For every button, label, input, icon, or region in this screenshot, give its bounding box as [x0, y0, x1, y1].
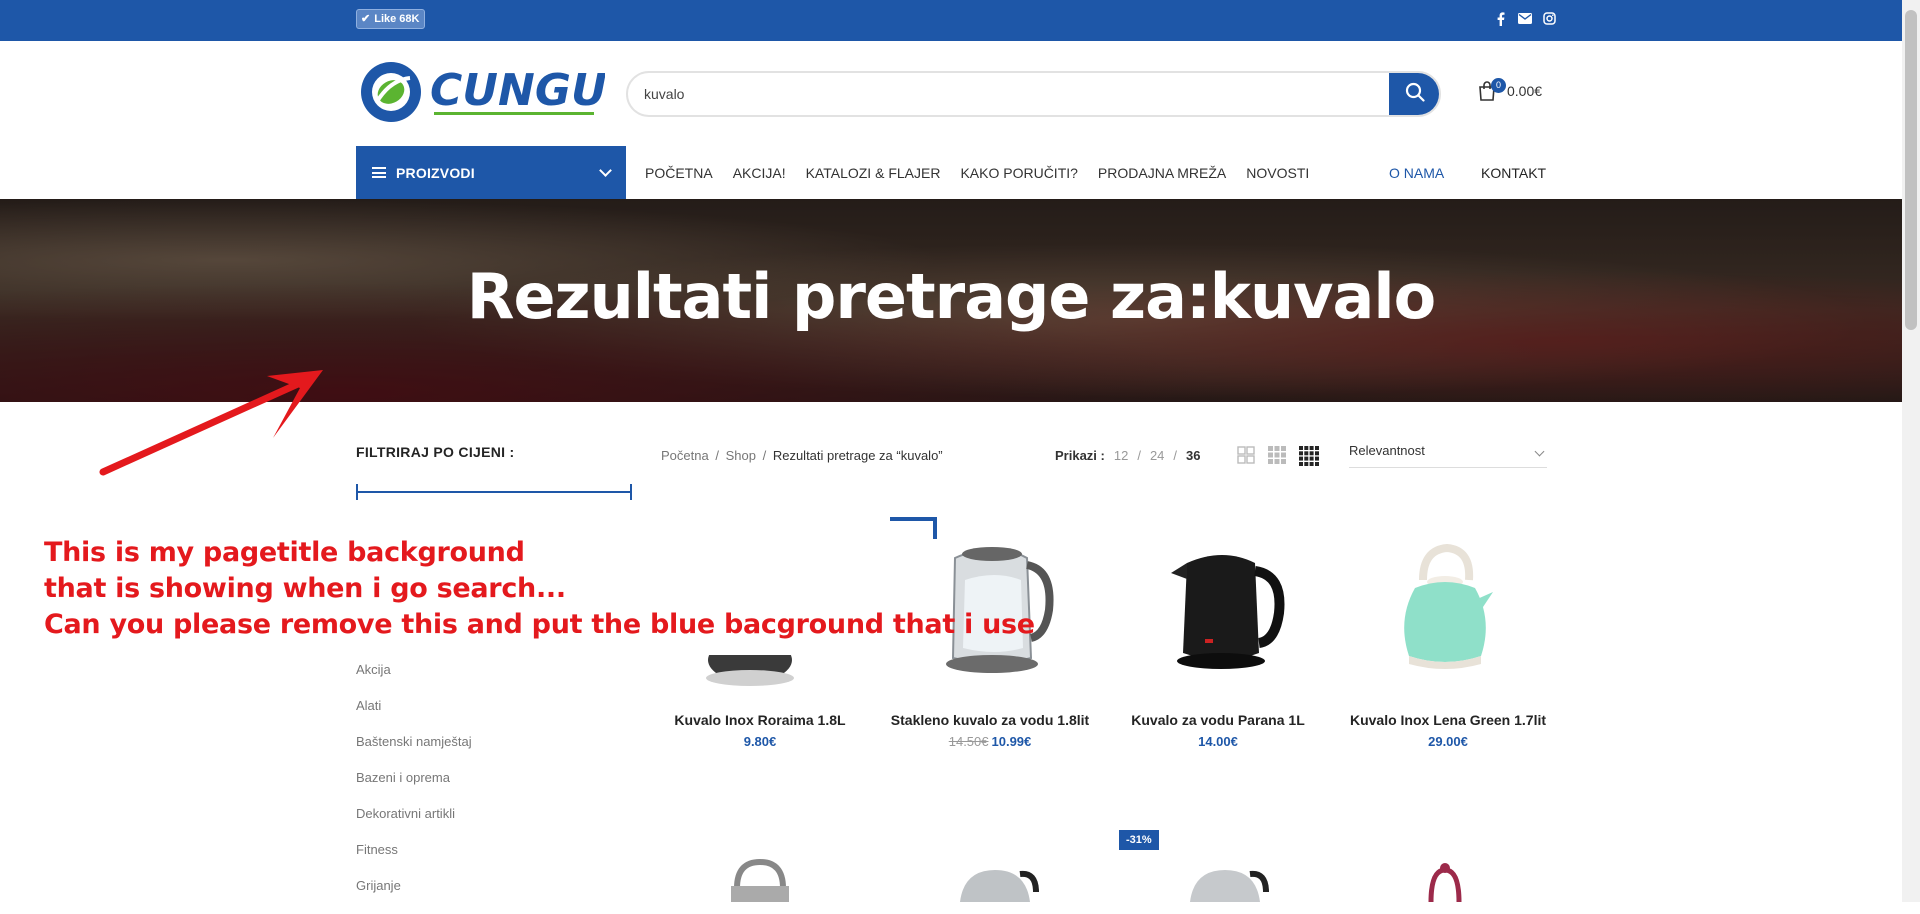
cart-widget[interactable]: 0 0.00€ [1477, 78, 1543, 102]
product-image-kettle-row2-2[interactable] [950, 862, 1040, 907]
top-bar [0, 0, 1902, 41]
site-logo[interactable]: CUNGU [360, 60, 607, 125]
category-list: Akcija Alati Baštenski namještaj Bazeni … [356, 662, 472, 914]
breadcrumb-shop[interactable]: Shop [726, 448, 756, 463]
per-page-separator: / [1173, 448, 1178, 463]
chevron-down-icon [1534, 446, 1545, 457]
product-price: 29.00€ [1428, 734, 1468, 749]
product-image-kettle-row2-3[interactable] [1180, 862, 1270, 907]
product-price: 9.80€ [743, 734, 777, 749]
nav-item-o-nama[interactable]: O NAMA [1389, 146, 1444, 199]
search-button[interactable] [1389, 73, 1439, 115]
product-image-kettle-row2-4[interactable] [1425, 860, 1465, 907]
products-category-button[interactable]: PROIZVODI [356, 146, 626, 199]
per-page-label: Prikazi : [1055, 448, 1105, 463]
chevron-down-icon [599, 164, 612, 177]
product-image-kuvalo-lena-green[interactable] [1395, 540, 1495, 680]
svg-text:CUNGU: CUNGU [430, 65, 605, 116]
sale-badge: -31% [1119, 830, 1159, 850]
annotation-text: This is my pagetitle background that is … [44, 535, 1035, 643]
per-page-24[interactable]: 24 [1150, 448, 1164, 463]
category-item-grijanje[interactable]: Grijanje [356, 878, 472, 914]
category-item-akcija[interactable]: Akcija [356, 662, 472, 698]
category-item-bazeni-i-oprema[interactable]: Bazeni i oprema [356, 770, 472, 806]
menu-icon [372, 167, 386, 178]
search-input[interactable] [628, 73, 1389, 115]
nav-item-prodajna-mreza[interactable]: PRODAJNA MREŽA [1098, 165, 1226, 181]
breadcrumb-home[interactable]: Početna [661, 448, 709, 463]
product-card[interactable]: Kuvalo za vodu Parana 1L 14.00€ [1118, 710, 1318, 749]
product-sale-price: 10.99€ [991, 734, 1032, 749]
product-card[interactable]: Kuvalo Inox Lena Green 1.7lit 29.00€ [1348, 710, 1548, 749]
annotation-line-1: This is my pagetitle background [44, 537, 525, 568]
breadcrumb-current: Rezultati pretrage za “kuvalo” [772, 448, 943, 463]
instagram-icon[interactable] [1542, 12, 1556, 28]
sort-value: Relevantnost [1349, 443, 1425, 458]
grid-view-switcher [1237, 446, 1319, 471]
nav-item-katalozi[interactable]: KATALOZI & FLAJER [806, 165, 941, 181]
annotation-line-3: Can you please remove this and put the b… [44, 609, 1035, 640]
category-item-dekorativni-artikli[interactable]: Dekorativni artikli [356, 806, 472, 842]
grid-2-icon[interactable] [1237, 446, 1255, 471]
per-page-selector: Prikazi : 12 / 24 / 36 [1055, 448, 1201, 463]
product-card[interactable]: Kuvalo Inox Roraima 1.8L 9.80€ [660, 710, 860, 749]
product-name[interactable]: Stakleno kuvalo za vodu 1.8lit [890, 710, 1090, 730]
per-page-12[interactable]: 12 [1114, 448, 1128, 463]
product-image-kettle-row2-1[interactable] [725, 858, 795, 907]
product-old-price: 14.50€ [948, 734, 989, 749]
price-filter-title: FILTRIRAJ PO CIJENI : [356, 444, 515, 460]
search-icon [1405, 82, 1425, 107]
product-price: 14.00€ [1198, 734, 1238, 749]
cart-total: 0.00€ [1507, 83, 1543, 99]
nav-item-akcija[interactable]: AKCIJA! [733, 165, 786, 181]
grid-4-icon[interactable] [1299, 446, 1319, 471]
cart-count-badge: 0 [1491, 78, 1506, 93]
category-item-bastenski-namjestaj[interactable]: Baštenski namještaj [356, 734, 472, 770]
page-title: Rezultati pretrage za:kuvalo [466, 260, 1436, 333]
category-item-fitness[interactable]: Fitness [356, 842, 472, 878]
like-label: Like 68K [374, 13, 420, 25]
price-range-slider[interactable] [356, 484, 632, 500]
category-button-label: PROIZVODI [396, 164, 475, 181]
cart-icon: 0 [1477, 78, 1506, 102]
breadcrumb-separator: / [762, 448, 767, 463]
nav-item-kako-poruciti[interactable]: KAKO PORUČITI? [960, 165, 1077, 181]
product-card[interactable]: Stakleno kuvalo za vodu 1.8lit 14.50€ 10.… [890, 710, 1090, 749]
product-name[interactable]: Kuvalo Inox Lena Green 1.7lit [1348, 710, 1548, 730]
product-name[interactable]: Kuvalo za vodu Parana 1L [1118, 710, 1318, 730]
product-name[interactable]: Kuvalo Inox Roraima 1.8L [660, 710, 860, 730]
search-bar [626, 71, 1441, 117]
nav-item-novosti[interactable]: NOVOSTI [1246, 165, 1309, 181]
mail-icon[interactable] [1518, 12, 1532, 28]
breadcrumb: Početna / Shop / Rezultati pretrage za “… [661, 448, 943, 463]
nav-item-kontakt[interactable]: KONTAKT [1481, 146, 1546, 199]
per-page-36[interactable]: 36 [1186, 448, 1200, 463]
product-image-kuvalo-parana[interactable] [1165, 543, 1285, 678]
check-icon: ✔ [361, 13, 371, 25]
facebook-like-button[interactable]: ✔ Like 68K [356, 9, 426, 29]
scrollbar-thumb[interactable] [1905, 10, 1917, 330]
category-item-alati[interactable]: Alati [356, 698, 472, 734]
annotation-arrow-icon [99, 370, 323, 476]
product-price: 14.50€ 10.99€ [890, 734, 1090, 749]
sort-select[interactable]: Relevantnost [1349, 443, 1547, 468]
breadcrumb-separator: / [715, 448, 719, 463]
facebook-icon[interactable] [1494, 12, 1508, 28]
grid-3-icon[interactable] [1268, 446, 1286, 471]
nav-menu: POČETNA AKCIJA! KATALOZI & FLAJER KAKO P… [645, 146, 1309, 199]
per-page-separator: / [1137, 448, 1141, 463]
annotation-line-2: that is showing when i go search... [44, 573, 566, 604]
nav-item-pocetna[interactable]: POČETNA [645, 165, 713, 181]
social-links [1494, 12, 1556, 28]
